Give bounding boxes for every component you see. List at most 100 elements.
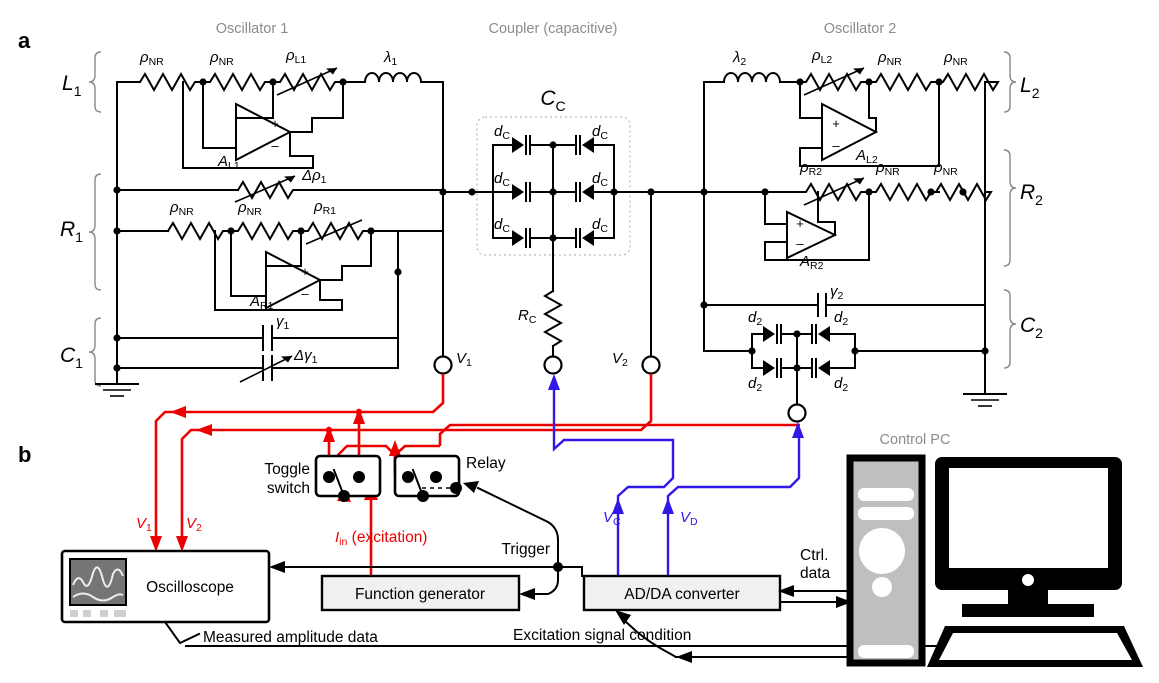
label-osc1-L-var: ρL1 <box>285 47 306 66</box>
control-pc[interactable] <box>846 454 1143 667</box>
red-arrow-v2-down <box>176 536 188 552</box>
oscilloscope-button[interactable] <box>70 610 78 617</box>
red-junction-1 <box>355 408 363 416</box>
relay[interactable] <box>393 454 462 502</box>
label-iin: Iin (excitation) <box>335 529 427 548</box>
wire-scope-kink <box>163 620 201 645</box>
arrow-trigger-fg <box>519 588 535 600</box>
terminal-vc[interactable] <box>543 355 563 375</box>
oscilloscope-screen <box>69 558 127 606</box>
label-opamp-AL2: AL2 <box>855 147 878 166</box>
red-arrow-v1-down <box>150 536 162 552</box>
label-osc2-R-var: ρR2 <box>799 159 822 178</box>
blue-arrow-vc-bottom <box>612 498 624 514</box>
osc1-opampR-in-drop <box>230 230 267 297</box>
osc1-R-resistor-1 <box>166 220 232 242</box>
oscilloscope-button[interactable] <box>114 610 126 617</box>
toggle-contact-right <box>353 471 365 483</box>
label-delta-gamma1: Δγ1 <box>293 347 318 366</box>
osc1-opampL-out-top <box>289 81 344 133</box>
label-d2: d2 <box>834 309 848 328</box>
label-R2: R2 <box>1020 181 1043 208</box>
osc2-opampR-triangle <box>786 210 838 260</box>
blue-arrow-vc-top <box>548 374 560 390</box>
panel-b-label: b <box>18 442 31 467</box>
osc1-opampR-out-top <box>319 230 372 281</box>
node <box>549 141 557 149</box>
figure-canvas: a b Oscillator 1 Coupler (capacitive) Os… <box>0 0 1159 683</box>
pc-keyboard-inner <box>939 633 1132 660</box>
label-osc1-L-res2: ρNR <box>209 49 234 68</box>
osc1-delta-rho-resistor <box>236 179 302 201</box>
header-control-pc: Control PC <box>880 432 951 448</box>
toggle-switch-label-line1: Toggle <box>264 461 310 478</box>
label-osc2-R-res2: ρNR <box>933 159 958 178</box>
osc2-L-resistor-2 <box>938 71 1000 93</box>
label-d2: d2 <box>834 375 848 394</box>
opamp-minus-icon: – <box>832 138 840 153</box>
label-dC: dC <box>494 170 510 189</box>
coupler-group: CC dC dC dC dC dC dC RC <box>439 87 655 357</box>
blue-signal-wires: VC VD <box>548 374 804 592</box>
oscilloscope[interactable]: Oscilloscope <box>60 549 271 624</box>
label-CC: CC <box>540 87 565 114</box>
pc-monitor-led <box>1022 574 1034 586</box>
brace-C1 <box>88 317 102 387</box>
terminal-v2[interactable] <box>641 355 661 375</box>
osc1-opampR-triangle <box>265 250 323 310</box>
function-generator[interactable]: Function generator <box>320 574 521 612</box>
label-osc2-R-res1: ρNR <box>875 159 900 178</box>
brace-R1 <box>88 173 102 291</box>
diode-icon <box>763 326 775 342</box>
osc2-R-var-arrow <box>803 177 865 206</box>
terminal-v1[interactable] <box>433 355 453 375</box>
diode-icon <box>763 360 775 376</box>
label-L1: L1 <box>62 72 82 99</box>
measured-amplitude-label: Measured amplitude data <box>203 629 378 646</box>
opamp-plus-icon: + <box>301 264 309 279</box>
osc1-opampR-out-bottom <box>214 230 343 311</box>
label-osc1-inductor: λ1 <box>383 49 397 68</box>
terminal-vd[interactable] <box>787 403 807 423</box>
osc2-opampL-fb-top <box>868 81 877 133</box>
label-v2-probe: V2 <box>186 515 202 534</box>
label-d2: d2 <box>748 375 762 394</box>
label-v2: V2 <box>612 350 628 369</box>
label-gamma1: γ1 <box>276 313 290 332</box>
opamp-plus-icon: + <box>271 116 279 131</box>
osc2-L-resistor-1 <box>868 71 940 93</box>
osc2-L-var-arrow-head <box>853 68 864 75</box>
pc-drive-slot-1 <box>858 488 914 501</box>
osc2-R-var-arrow-head <box>853 178 864 185</box>
label-C2: C2 <box>1020 314 1043 341</box>
osc1-L-var-resistor <box>272 71 344 93</box>
pc-monitor-screen <box>949 468 1108 568</box>
relay-contact-left <box>402 471 414 483</box>
label-v1-probe: V1 <box>136 515 152 534</box>
oscilloscope-button[interactable] <box>100 610 108 617</box>
node <box>549 188 557 196</box>
arrow-trigger-relay <box>463 481 479 493</box>
toggle-switch[interactable] <box>314 454 382 502</box>
oscillator-2-group: L2 R2 C2 λ2 ρL2 ρNR ρNR + – AL2 ρR2 ρNR … <box>650 47 1043 407</box>
label-osc1-R-res1: ρNR <box>169 199 194 218</box>
adda-converter[interactable]: AD/DA converter <box>582 574 782 612</box>
osc2-L-var-arrow <box>803 67 865 96</box>
label-RC: RC <box>518 307 537 326</box>
label-vd: VD <box>680 509 698 528</box>
diode-icon <box>512 184 524 200</box>
pc-power-button[interactable] <box>859 528 905 574</box>
label-L2: L2 <box>1020 74 1040 101</box>
pc-monitor-base <box>962 604 1094 617</box>
diode-icon <box>512 137 524 153</box>
label-osc1-R-res2: ρNR <box>237 199 262 218</box>
oscilloscope-label: Oscilloscope <box>146 579 234 596</box>
label-delta-rho1: Δρ1 <box>301 167 327 186</box>
red-wire-relay-right <box>438 423 800 446</box>
oscilloscope-button[interactable] <box>83 610 91 617</box>
opamp-plus-icon: + <box>832 116 840 131</box>
node <box>981 347 989 355</box>
red-junction-2 <box>325 426 333 434</box>
node <box>610 188 618 196</box>
label-dC: dC <box>592 123 608 142</box>
